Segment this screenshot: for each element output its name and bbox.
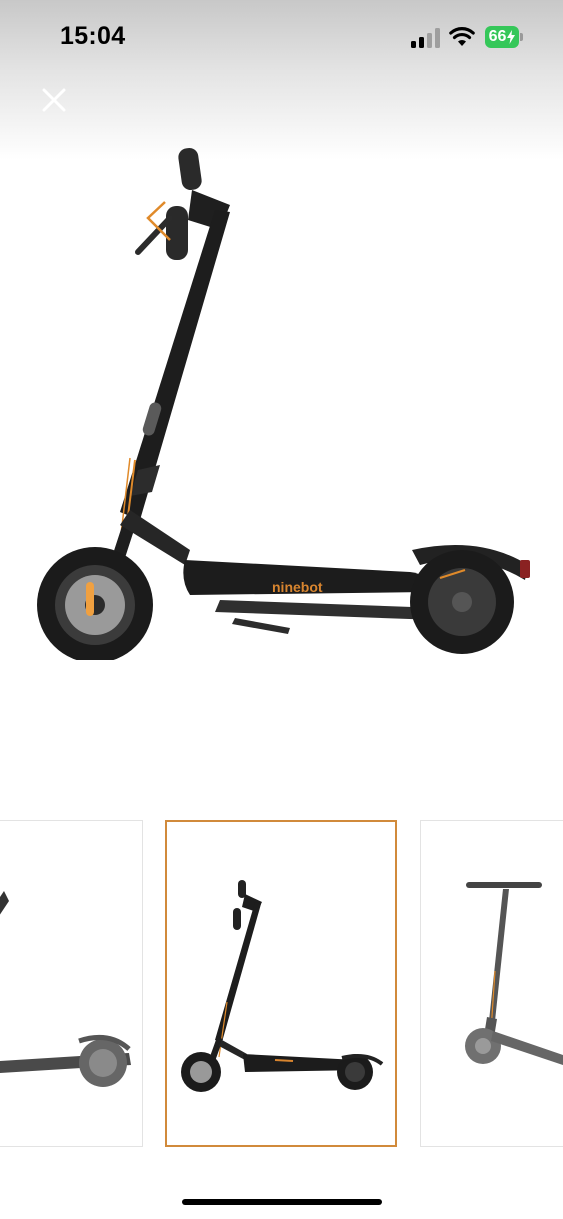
thumbnail-3[interactable]: [420, 820, 563, 1147]
close-icon: [42, 88, 66, 112]
scooter-side-view-image: [181, 880, 384, 1092]
thumbnail-2-selected[interactable]: [165, 820, 397, 1147]
scooter-side-view-image: ninebot: [37, 147, 530, 663]
thumbnail-1[interactable]: [0, 820, 143, 1147]
close-button[interactable]: [36, 82, 72, 118]
status-bar: 15:04 66: [0, 0, 563, 76]
cellular-signal-icon: [411, 28, 440, 48]
battery-level: 66: [488, 28, 507, 45]
battery-cap: [520, 33, 523, 41]
status-time: 15:04: [60, 22, 126, 50]
home-indicator[interactable]: [182, 1199, 382, 1205]
wifi-icon: [449, 27, 475, 46]
deck-brand-label: ninebot: [272, 579, 323, 595]
battery-body: 66: [485, 26, 519, 48]
thumbnail-strip: [0, 820, 563, 1150]
main-product-image[interactable]: ninebot: [20, 140, 543, 663]
scooter-front-angle-image: [465, 882, 563, 1065]
battery-indicator: 66: [485, 26, 523, 48]
scooter-rear-angle-image: [0, 891, 131, 1087]
charging-bolt-icon: [507, 30, 516, 44]
